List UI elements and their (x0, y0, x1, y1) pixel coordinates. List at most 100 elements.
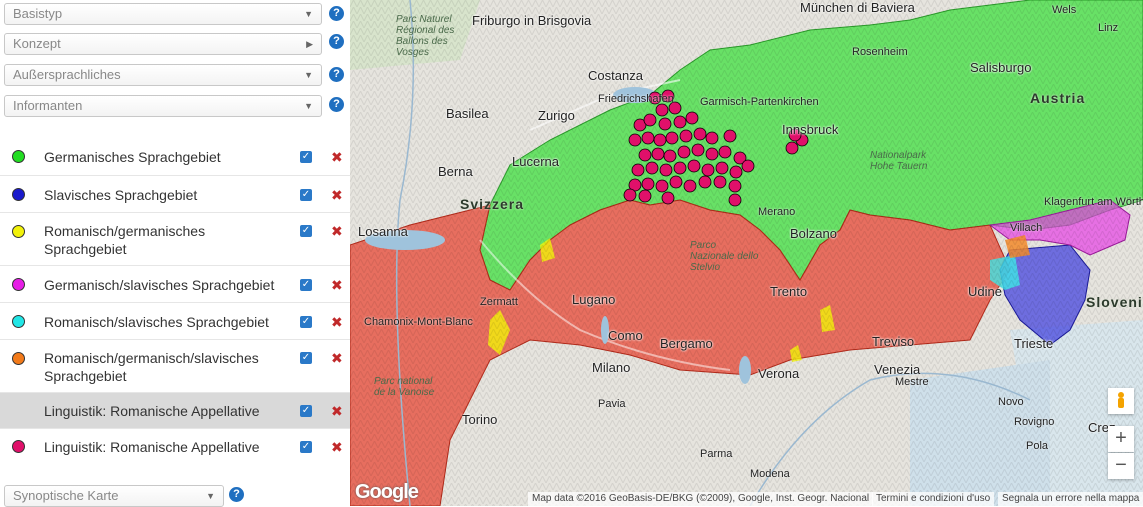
map-label-city: Milano (592, 360, 631, 375)
map-label-city: Venezia (874, 362, 921, 377)
delete-icon[interactable]: ✖ (331, 351, 343, 365)
map-canvas[interactable]: München di Baviera Friburgo in Brisgovia… (350, 0, 1143, 506)
informanten-select[interactable]: Informanten ▼ (4, 95, 322, 117)
basistyp-select[interactable]: Basistyp ▼ (4, 3, 322, 25)
map-label-city: Modena (750, 468, 790, 480)
map-label-country: Slovenia (1086, 294, 1143, 310)
map-label-city: Rovigno (1014, 416, 1055, 428)
map-label-city: Udine (968, 284, 1002, 299)
map-label-city: Friburgo in Brisgovia (472, 13, 592, 28)
zoom-in-button[interactable]: + (1108, 426, 1134, 452)
map-label-city: Verona (758, 366, 800, 381)
map-label-city: Pavia (598, 398, 626, 410)
visibility-checkbox[interactable]: ✓ (300, 316, 312, 328)
legend-item-appellative-selected[interactable]: Linguistik: Romanische Appellative ✓ ✖ (0, 393, 350, 429)
map-label-city: Lucerna (512, 154, 559, 169)
chevron-down-icon: ▼ (304, 101, 313, 111)
chevron-down-icon: ▼ (304, 70, 313, 80)
map-label-country: Svizzera (460, 196, 525, 212)
visibility-checkbox[interactable]: ✓ (300, 405, 312, 417)
delete-icon[interactable]: ✖ (331, 440, 343, 454)
chevron-right-icon: ▶ (306, 39, 313, 49)
map-label-city: Torino (462, 412, 498, 427)
map-label-city: Pola (1026, 440, 1049, 452)
circle-marker-icon (12, 315, 25, 328)
chevron-down-icon: ▼ (206, 491, 215, 501)
aussersprachliches-select[interactable]: Außersprachliches ▼ (4, 64, 322, 86)
map-label-city: Salisburgo (970, 60, 1032, 75)
legend-item-slavisch[interactable]: Slavisches Sprachgebiet ✓ ✖ (0, 176, 350, 213)
konzept-select[interactable]: Konzept ▶ (4, 33, 322, 55)
help-icon[interactable]: ? (229, 487, 244, 502)
visibility-checkbox[interactable]: ✓ (300, 189, 312, 201)
circle-marker-icon (12, 440, 25, 453)
map-label-city: Novo (998, 396, 1024, 408)
map-label-city: Parma (700, 448, 733, 460)
visibility-checkbox[interactable]: ✓ (300, 151, 312, 163)
legend-item-appellative[interactable]: Linguistik: Romanische Appellative ✓ ✖ (0, 429, 350, 465)
map-label-park: Nationalpark Hohe Tauern (870, 150, 928, 172)
chevron-down-icon: ▼ (304, 9, 313, 19)
map-label-city: Como (608, 328, 643, 343)
visibility-checkbox[interactable]: ✓ (300, 441, 312, 453)
map-label-city: Villach (1010, 222, 1043, 234)
visibility-checkbox[interactable]: ✓ (300, 225, 312, 237)
map-label-city: Chamonix-Mont-Blanc (364, 316, 473, 328)
help-icon[interactable]: ? (329, 97, 344, 112)
help-icon[interactable]: ? (329, 34, 344, 49)
legend-list: Germanisches Sprachgebiet ✓ ✖ Slavisches… (0, 138, 350, 465)
map-label-city: Klagenfurt am Wörthersee (1044, 196, 1143, 208)
map-label-park: Parco Nazionale dello Stelvio (690, 240, 759, 273)
visibility-checkbox[interactable]: ✓ (300, 279, 312, 291)
map-label-country: Austria (1030, 90, 1086, 106)
delete-icon[interactable]: ✖ (331, 224, 343, 238)
circle-marker-icon (12, 150, 25, 163)
legend-item-germanisch[interactable]: Germanisches Sprachgebiet ✓ ✖ (0, 138, 350, 176)
help-icon[interactable]: ? (329, 6, 344, 21)
street-view-pegman-icon[interactable] (1108, 388, 1134, 414)
delete-icon[interactable]: ✖ (331, 315, 343, 329)
legend-item-romanisch-germanisch[interactable]: Romanisch/germanisches Sprachgebiet ✓ ✖ (0, 213, 350, 266)
map-label-city: Garmisch-Partenkirchen (700, 96, 819, 108)
legend-item-romanisch-germanisch-slavisch[interactable]: Romanisch/germanisch/slavisches Sprachge… (0, 340, 350, 393)
map-label-city: Bergamo (660, 336, 713, 351)
circle-marker-icon (12, 278, 25, 291)
map-label-city: Bolzano (790, 226, 837, 241)
map-label-city: Wels (1052, 4, 1077, 16)
circle-marker-icon (12, 188, 25, 201)
map-label-park: Parc national de la Vanoise (374, 376, 435, 398)
map-label-city: Innsbruck (782, 122, 839, 137)
map-label-city: Friedrichshafen (598, 93, 674, 105)
zoom-out-button[interactable]: − (1108, 453, 1134, 479)
map-label-park: Parc Naturel Régional des Ballons des Vo… (396, 14, 455, 58)
map-label-city: Mestre (895, 376, 929, 388)
map-label-city: Linz (1098, 22, 1119, 34)
delete-icon[interactable]: ✖ (331, 150, 343, 164)
map-label-city: Basilea (446, 106, 489, 121)
google-logo: Google (355, 481, 419, 503)
map-label-city: Lugano (572, 292, 616, 307)
map-label-city: Zurigo (538, 108, 575, 123)
sidebar: Basistyp ▼ ? Konzept ▶ ? Außersprachlich… (0, 0, 350, 507)
map-label-city: Trieste (1014, 336, 1054, 351)
map-label-city: Merano (758, 206, 796, 218)
delete-icon[interactable]: ✖ (331, 404, 343, 418)
map-label-city: München di Baviera (800, 0, 915, 15)
terms-link[interactable]: Termini e condizioni d'uso (872, 492, 995, 506)
map-label-city: Rosenheim (852, 46, 908, 58)
map-label-city: Costanza (588, 68, 643, 83)
synoptic-map-select[interactable]: Synoptische Karte ▼ (4, 485, 224, 507)
map-attribution: Map data ©2016 GeoBasis-DE/BKG (©2009), … (528, 492, 874, 506)
circle-marker-icon (12, 225, 25, 238)
map-label-city: Zermatt (480, 296, 518, 308)
legend-item-germanisch-slavisch[interactable]: Germanisch/slavisches Sprachgebiet ✓ ✖ (0, 266, 350, 303)
map-label-city: Trento (770, 284, 808, 299)
help-icon[interactable]: ? (329, 67, 344, 82)
delete-icon[interactable]: ✖ (331, 188, 343, 202)
circle-marker-icon (12, 352, 25, 365)
report-error-link[interactable]: Segnala un errore nella mappa (998, 492, 1143, 506)
map-label-city: Treviso (872, 334, 915, 349)
legend-item-romanisch-slavisch[interactable]: Romanisch/slavisches Sprachgebiet ✓ ✖ (0, 303, 350, 340)
visibility-checkbox[interactable]: ✓ (300, 352, 312, 364)
delete-icon[interactable]: ✖ (331, 278, 343, 292)
